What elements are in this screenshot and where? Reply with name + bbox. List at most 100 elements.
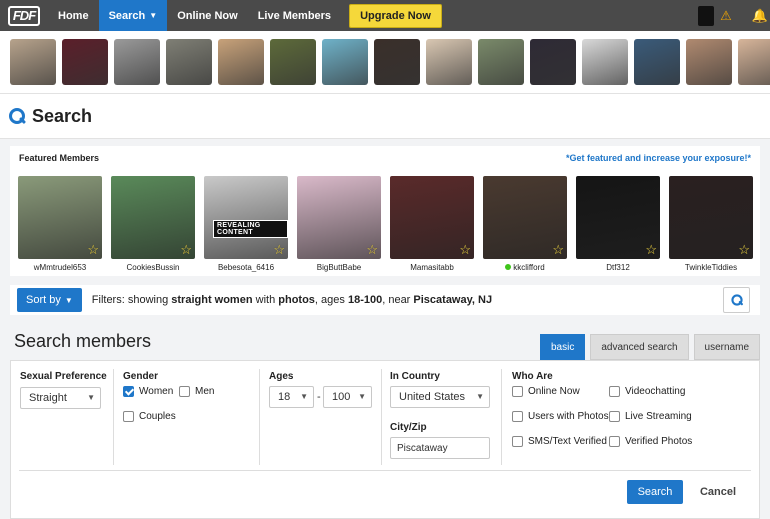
nav-home[interactable]: Home [48,0,99,31]
filters-ages-text: , ages [314,294,348,306]
featured-member-photo[interactable]: ☆ [111,176,195,259]
member-thumbnail[interactable] [218,39,264,85]
checkbox-icon [609,411,620,422]
member-thumbnail[interactable] [62,39,108,85]
featured-member-name: wMmtrudel653 [18,263,102,272]
gender-couples-checkbox[interactable]: Couples [123,411,176,422]
featured-member-photo[interactable]: ☆ [669,176,753,259]
sexual-preference-value: Straight [29,392,67,404]
online-now-label: Online Now [528,386,580,397]
member-thumbnail[interactable] [322,39,368,85]
search-button[interactable]: Search [627,480,683,504]
featured-label: Featured Members [19,153,100,163]
live-streaming-checkbox[interactable]: Live Streaming [609,411,692,422]
sms-verified-label: SMS/Text Verified [528,436,607,447]
star-icon[interactable]: ☆ [645,242,657,258]
star-icon[interactable]: ☆ [738,242,750,258]
star-icon[interactable]: ☆ [552,242,564,258]
with-photos-checkbox[interactable]: Users with Photos [512,411,609,422]
divider [113,369,114,465]
featured-member-name: TwinkleTiddies [669,263,753,272]
featured-member-photo[interactable]: ☆ [390,176,474,259]
featured-member-card[interactable]: ☆ CookiesBussin [111,176,195,272]
gender-women-checkbox[interactable]: Women [123,386,173,397]
country-select[interactable]: United States ▼ [390,386,490,408]
checkbox-icon [609,436,620,447]
get-featured-link[interactable]: *Get featured and increase your exposure… [566,153,751,163]
member-thumbnail[interactable] [478,39,524,85]
featured-member-photo[interactable]: ☆ [576,176,660,259]
cityzip-input[interactable]: Piscataway [390,437,490,459]
sexual-preference-select[interactable]: Straight ▼ [20,387,101,409]
nav-live-members[interactable]: Live Members [248,0,341,31]
featured-member-name-text: Dtf312 [606,263,630,272]
star-icon[interactable]: ☆ [459,242,471,258]
with-photos-label: Users with Photos [528,411,609,422]
filter-search-button[interactable] [723,287,750,313]
tab-username[interactable]: username [693,334,760,360]
divider [501,369,502,465]
videochatting-checkbox[interactable]: Videochatting [609,386,685,397]
member-thumbnail[interactable] [738,39,770,85]
search-tabs: basic advanced search username [540,334,760,360]
star-icon[interactable]: ☆ [366,242,378,258]
member-thumbnail[interactable] [582,39,628,85]
who-are-label: Who Are [512,371,553,382]
verified-photos-checkbox[interactable]: Verified Photos [609,436,692,447]
featured-member-card[interactable]: ☆ wMmtrudel653 [18,176,102,272]
tab-basic[interactable]: basic [540,334,586,360]
featured-member-card[interactable]: ☆ TwinkleTiddies [669,176,753,272]
logo-text: FDF [7,5,41,26]
top-nav: FDF Home Search ▼ Online Now Live Members… [0,0,770,31]
featured-member-card[interactable]: REVEALING CONTENT ☆ Bebesota_6416 [204,176,288,272]
featured-member-card[interactable]: ☆ Mamasitabb [390,176,474,272]
cancel-button[interactable]: Cancel [691,480,745,504]
gender-men-label: Men [195,386,215,397]
member-thumbnail[interactable] [270,39,316,85]
member-thumbnail[interactable] [686,39,732,85]
age-min-select[interactable]: 18 ▼ [269,386,314,408]
featured-member-photo[interactable]: ☆ [297,176,381,259]
filter-photos: photos [278,294,315,306]
featured-member-card[interactable]: ☆ kkclifford [483,176,567,272]
featured-member-name: Bebesota_6416 [204,263,288,272]
nav-live-label: Live Members [257,9,332,22]
featured-member-photo[interactable]: REVEALING CONTENT ☆ [204,176,288,259]
filter-bar: Sort by ▼ Filters: showing straight women… [10,285,760,315]
live-streaming-label: Live Streaming [625,411,692,422]
sms-verified-checkbox[interactable]: SMS/Text Verified [512,436,607,447]
featured-member-card[interactable]: ☆ BigButtBabe [297,176,381,272]
featured-member-card[interactable]: ☆ Dtf312 [576,176,660,272]
bell-icon[interactable]: 🔔 [752,8,768,24]
site-logo[interactable]: FDF [0,0,48,31]
featured-member-photo[interactable]: ☆ [18,176,102,259]
nav-online-now[interactable]: Online Now [167,0,248,31]
featured-member-name-text: BigButtBabe [316,263,362,272]
tab-advanced-search[interactable]: advanced search [590,334,689,360]
avatar[interactable] [698,5,715,26]
videochatting-label: Videochatting [625,386,686,397]
online-now-checkbox[interactable]: Online Now [512,386,580,397]
sort-by-button[interactable]: Sort by ▼ [17,288,82,312]
star-icon[interactable]: ☆ [87,242,99,258]
nav-search[interactable]: Search ▼ [98,0,168,31]
featured-member-name: CookiesBussin [111,263,195,272]
member-thumbnail[interactable] [634,39,680,85]
age-min-value: 18 [278,391,291,403]
member-thumbnail[interactable] [530,39,576,85]
star-icon[interactable]: ☆ [273,242,285,258]
gender-men-checkbox[interactable]: Men [179,386,214,397]
filters-summary: Filters: showing straight women with pho… [92,294,492,306]
featured-member-photo[interactable]: ☆ [483,176,567,259]
warning-icon[interactable]: ⚠ [720,8,732,24]
member-thumbnail[interactable] [166,39,212,85]
member-thumbnail[interactable] [114,39,160,85]
upgrade-button[interactable]: Upgrade Now [349,3,442,28]
member-photo-strip [0,31,770,93]
star-icon[interactable]: ☆ [180,242,192,258]
member-thumbnail[interactable] [374,39,420,85]
member-thumbnail[interactable] [10,39,56,85]
age-max-select[interactable]: 100 ▼ [323,386,372,408]
member-thumbnail[interactable] [426,39,472,85]
featured-member-name-text: kkclifford [513,263,545,272]
